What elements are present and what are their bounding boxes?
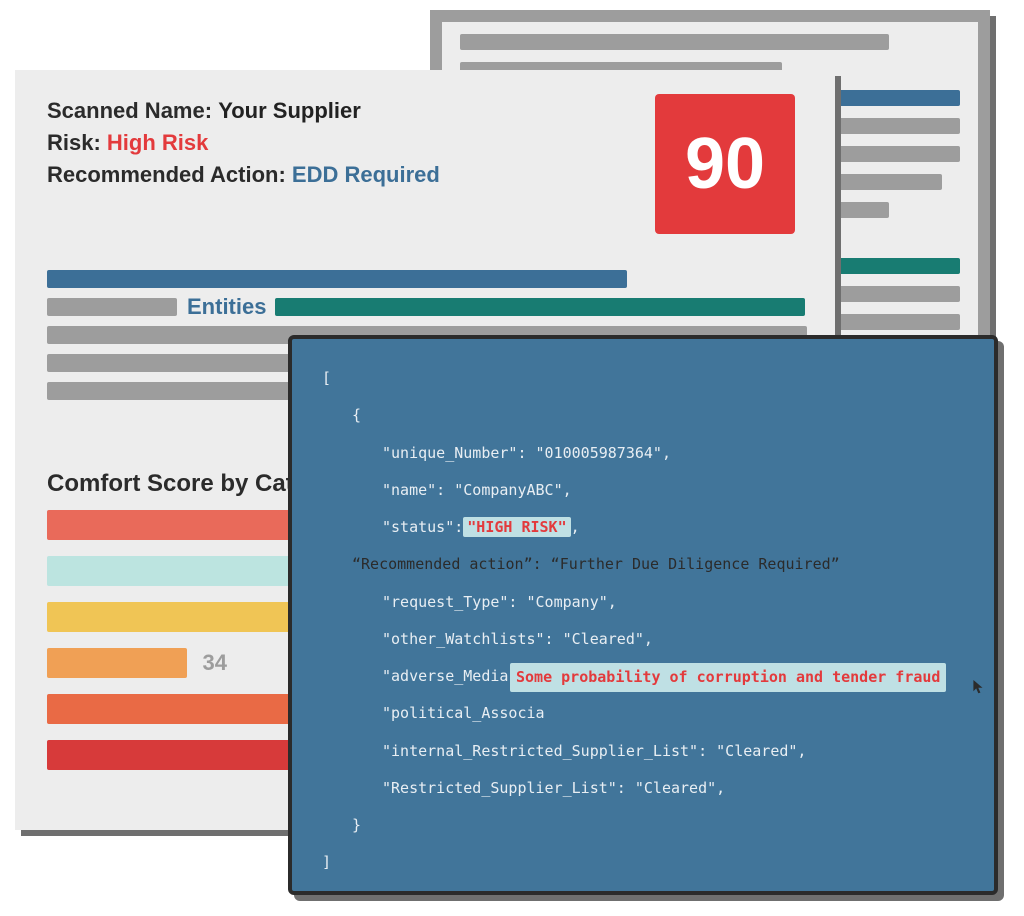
code-line: "other_Watchlists": "Cleared", (322, 628, 964, 651)
code-line: { (322, 404, 964, 427)
scanned-name-value: Your Supplier (218, 98, 361, 123)
summary-bar-1 (47, 270, 627, 288)
risk-value: High Risk (107, 130, 208, 155)
category-bar-3 (47, 602, 315, 632)
category-bar-2 (47, 556, 315, 586)
code-line: "internal_Restricted_Supplier_List": "Cl… (322, 740, 964, 763)
code-line: "name": "CompanyABC", (322, 479, 964, 502)
status-highlight: "HIGH RISK" (463, 517, 570, 537)
action-value: EDD Required (292, 162, 440, 187)
category-bar-4: 34 (47, 648, 187, 678)
cursor-icon (972, 678, 986, 696)
code-line: "request_Type": "Company", (322, 591, 964, 614)
category-bar-1 (47, 510, 315, 540)
category-4-value: 34 (203, 650, 227, 676)
code-line: [ (322, 367, 964, 390)
risk-score-badge: 90 (655, 94, 795, 234)
json-preview-panel[interactable]: [ { "unique_Number": "010005987364", "na… (288, 335, 998, 895)
category-bar-5: 6 (47, 694, 305, 724)
summary-bar-2-left (47, 298, 177, 316)
scanned-name-label: Scanned Name: (47, 98, 212, 123)
risk-score-value: 90 (685, 123, 765, 205)
code-line: ] (322, 851, 964, 874)
risk-label: Risk: (47, 130, 101, 155)
code-line: "Restricted_Supplier_List": "Cleared", (322, 777, 964, 800)
code-line: "political_Associa (322, 702, 964, 725)
political-association-tooltip: Some probability of corruption and tende… (510, 663, 946, 692)
action-label: Recommended Action: (47, 162, 286, 187)
code-line: } (322, 814, 964, 837)
entities-label: Entities (187, 294, 266, 320)
summary-bar-2-right (275, 298, 805, 316)
code-line: “Recommended action”: “Further Due Dilig… (322, 553, 964, 576)
code-line: "unique_Number": "010005987364", (322, 442, 964, 465)
category-bar-6 (47, 740, 315, 770)
code-line: "status":"HIGH RISK", (322, 516, 964, 539)
